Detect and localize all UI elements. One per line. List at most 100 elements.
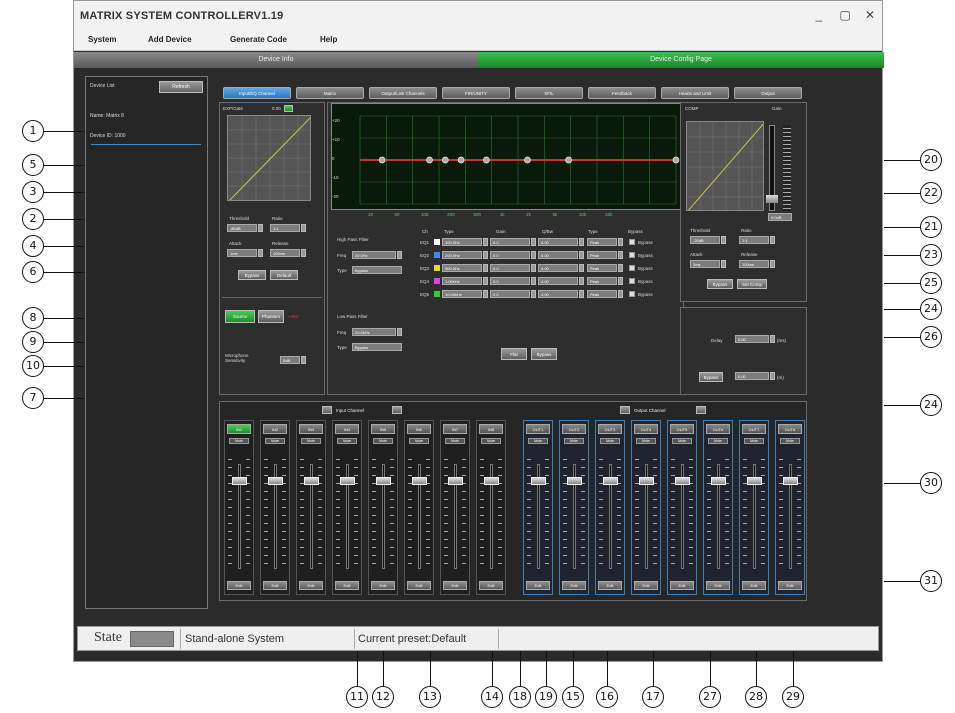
mute-button[interactable]: Mute xyxy=(409,438,429,444)
channel-name-button[interactable]: OUT1 xyxy=(526,424,550,434)
edit-button[interactable]: Edit xyxy=(778,581,802,590)
band-type-select[interactable]: Peak xyxy=(587,264,617,272)
hpf-freq-spinner[interactable] xyxy=(397,251,402,259)
fader-thumb[interactable] xyxy=(675,477,690,485)
mute-button[interactable]: Mute xyxy=(373,438,393,444)
comp-gain-input[interactable]: 0.0dB xyxy=(768,213,792,221)
close-button[interactable]: ✕ xyxy=(861,6,879,24)
edit-button[interactable]: Edit xyxy=(299,581,323,590)
phantom-button[interactable]: Phantom xyxy=(258,310,284,323)
channel-name-button[interactable]: IN7 xyxy=(443,424,467,434)
edit-button[interactable]: Edit xyxy=(706,581,730,590)
mute-button[interactable]: Mute xyxy=(564,438,584,444)
band-type-dropdown[interactable] xyxy=(618,277,623,285)
edit-button[interactable]: Edit xyxy=(598,581,622,590)
menu-system[interactable]: System xyxy=(88,35,116,44)
fader-thumb[interactable] xyxy=(711,477,726,485)
mute-button[interactable]: Mute xyxy=(301,438,321,444)
fader-thumb[interactable] xyxy=(639,477,654,485)
delay-m-spinner[interactable] xyxy=(770,372,775,380)
mute-button[interactable]: Mute xyxy=(672,438,692,444)
band-gain-spinner[interactable] xyxy=(531,264,536,272)
mute-button[interactable]: Mute xyxy=(744,438,764,444)
edit-button[interactable]: Edit xyxy=(227,581,251,590)
band-gain-input[interactable]: 0.0 xyxy=(490,290,530,298)
channel-name-button[interactable]: OUT3 xyxy=(598,424,622,434)
fader-thumb[interactable] xyxy=(484,477,499,485)
fader-thumb[interactable] xyxy=(531,477,546,485)
channel-name-button[interactable]: IN5 xyxy=(371,424,395,434)
gate-threshold-input[interactable]: -80dB xyxy=(227,224,257,232)
fader-thumb[interactable] xyxy=(268,477,283,485)
band-bypass-checkbox[interactable] xyxy=(629,252,635,258)
band-gain-spinner[interactable] xyxy=(531,238,536,246)
fader-thumb[interactable] xyxy=(340,477,355,485)
mute-button[interactable]: Mute xyxy=(229,438,249,444)
edit-button[interactable]: Edit xyxy=(562,581,586,590)
gate-threshold-spinner[interactable] xyxy=(258,224,263,232)
tab-input-eq[interactable]: Input/EQ Channel xyxy=(223,87,291,99)
fader-thumb[interactable] xyxy=(304,477,319,485)
fader-thumb[interactable] xyxy=(448,477,463,485)
menu-help[interactable]: Help xyxy=(320,35,337,44)
fader-thumb[interactable] xyxy=(376,477,391,485)
mute-button[interactable]: Mute xyxy=(265,438,285,444)
comp-gain-fader-thumb[interactable] xyxy=(766,195,778,203)
mute-button[interactable]: Mute xyxy=(636,438,656,444)
band-q-spinner[interactable] xyxy=(579,290,584,298)
mute-button[interactable]: Mute xyxy=(528,438,548,444)
comp-threshold-spinner[interactable] xyxy=(721,236,726,244)
band-q-input[interactable]: 4.00 xyxy=(538,290,578,298)
hpf-type-select[interactable]: Bypass xyxy=(352,266,402,274)
channel-name-button[interactable]: OUT7 xyxy=(742,424,766,434)
tab-device-config[interactable]: Device Config Page xyxy=(478,52,884,68)
comp-attack-spinner[interactable] xyxy=(721,260,726,268)
tab-xfil[interactable]: XFIL xyxy=(515,87,583,99)
delay-m-input[interactable]: 0.00 xyxy=(735,372,769,380)
channel-name-button[interactable]: IN2 xyxy=(263,424,287,434)
input-next-button[interactable] xyxy=(392,406,402,414)
comp-threshold-input[interactable]: -20dB xyxy=(690,236,720,244)
band-freq-spinner[interactable] xyxy=(483,264,488,272)
band-gain-spinner[interactable] xyxy=(531,251,536,259)
band-q-spinner[interactable] xyxy=(579,264,584,272)
channel-name-button[interactable]: IN1 xyxy=(227,424,251,434)
device-name[interactable]: Name: Matrix 8 xyxy=(90,113,124,119)
band-type-select[interactable]: Peak xyxy=(587,277,617,285)
gate-release-input[interactable]: 100ms xyxy=(270,249,300,257)
mute-button[interactable]: Mute xyxy=(600,438,620,444)
edit-button[interactable]: Edit xyxy=(443,581,467,590)
band-gain-input[interactable]: 0.0 xyxy=(490,251,530,259)
band-freq-spinner[interactable] xyxy=(483,290,488,298)
delay-ms-input[interactable]: 0.00 xyxy=(735,335,769,343)
gate-release-spinner[interactable] xyxy=(301,249,306,257)
lpf-freq-input[interactable]: 20.0kHz xyxy=(352,328,396,336)
edit-button[interactable]: Edit xyxy=(670,581,694,590)
tab-feedback[interactable]: Feedback xyxy=(588,87,656,99)
edit-button[interactable]: Edit xyxy=(407,581,431,590)
menu-generate-code[interactable]: Generate Code xyxy=(230,35,287,44)
fader-thumb[interactable] xyxy=(232,477,247,485)
band-type-select[interactable]: Peak xyxy=(587,290,617,298)
fader-thumb[interactable] xyxy=(567,477,582,485)
gate-default-button[interactable]: Default xyxy=(270,270,298,280)
comp-bypass-button[interactable]: Bypass xyxy=(707,279,733,289)
band-freq-spinner[interactable] xyxy=(483,238,488,246)
band-gain-input[interactable]: 0.0 xyxy=(490,277,530,285)
channel-name-button[interactable]: IN8 xyxy=(479,424,503,434)
tab-fir[interactable]: FIR/UNITY xyxy=(442,87,510,99)
tab-output[interactable]: Output xyxy=(734,87,802,99)
band-q-input[interactable]: 4.00 xyxy=(538,264,578,272)
channel-name-button[interactable]: OUT2 xyxy=(562,424,586,434)
band-type-select[interactable]: Peak xyxy=(587,238,617,246)
mute-button[interactable]: Mute xyxy=(780,438,800,444)
edit-button[interactable]: Edit xyxy=(479,581,503,590)
band-bypass-checkbox[interactable] xyxy=(629,265,635,271)
channel-name-button[interactable]: OUT6 xyxy=(706,424,730,434)
fader-thumb[interactable] xyxy=(412,477,427,485)
band-freq-spinner[interactable] xyxy=(483,251,488,259)
source-mic-button[interactable]: Source xyxy=(225,310,255,323)
gate-ratio-spinner[interactable] xyxy=(301,224,306,232)
gate-ratio-input[interactable]: 1:1 xyxy=(270,224,300,232)
gate-attack-spinner[interactable] xyxy=(258,249,263,257)
